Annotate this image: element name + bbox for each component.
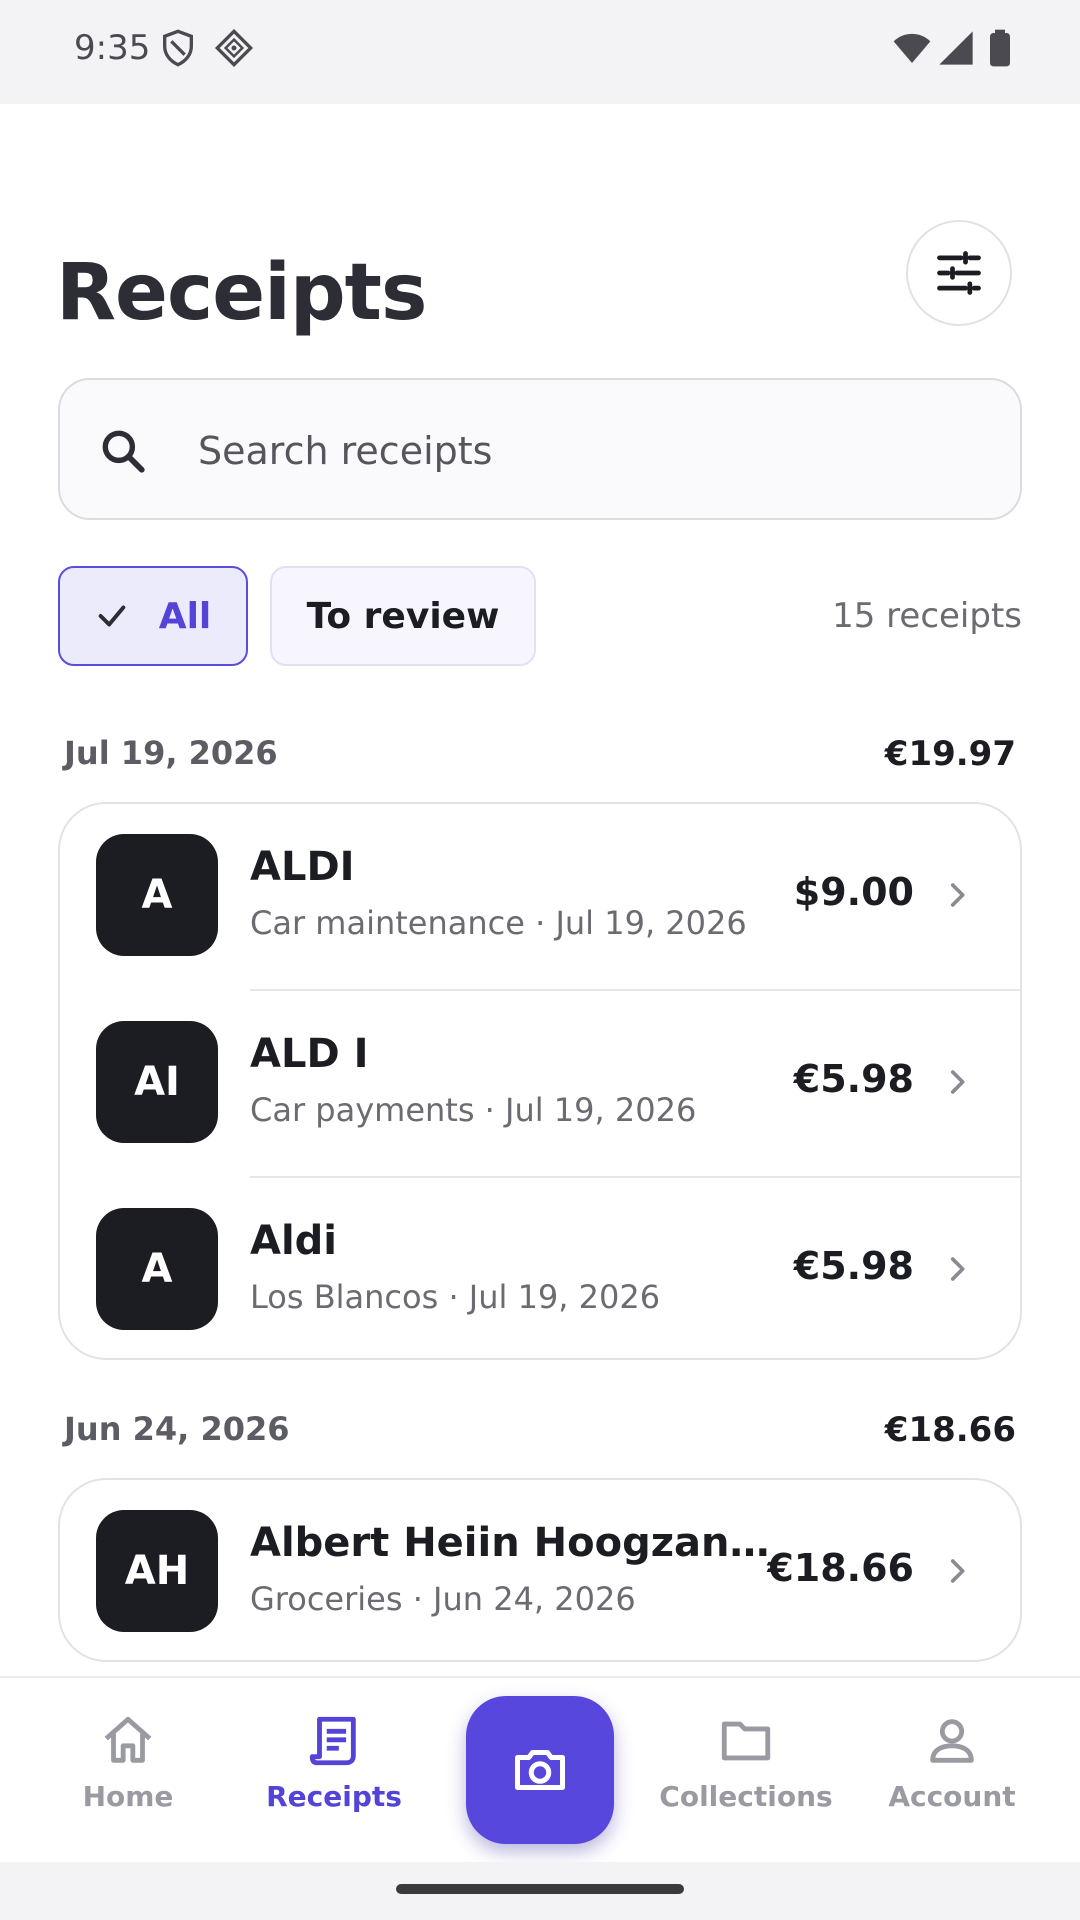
search-input[interactable] [198,424,978,478]
status-bar: 9:35 [0,0,1080,104]
chevron-right-icon [950,1070,965,1094]
receipt-row[interactable]: AI ALD I Car payments · Jul 19, 2026 €5.… [60,991,1020,1178]
merchant-name: ALD I [250,1031,369,1077]
receipt-amount: €5.98 [793,1057,914,1101]
group-date: Jun 24, 2026 [64,1410,290,1448]
search-box[interactable] [58,378,1022,520]
receipt-group-card: AH Albert Heiin Hoogzand… Groceries · Ju… [58,1478,1022,1662]
gesture-area [0,1862,1080,1920]
chevron-right-icon [950,883,965,907]
nav-collections[interactable]: Collections [646,1712,846,1813]
bottom-nav: Home Receipts Collections Account [0,1676,1080,1862]
person-icon [930,1719,974,1763]
group-date: Jul 19, 2026 [64,734,278,772]
vpn-diamond-icon [214,28,254,68]
receipt-meta: Groceries · Jun 24, 2026 [250,1580,636,1618]
receipt-amount: €5.98 [793,1244,914,1288]
page-title: Receipts [56,248,427,338]
chip-all[interactable]: All [58,566,248,666]
group-total: €19.97 [884,734,1016,774]
tune-sliders-icon [937,251,981,295]
signal-icon [939,31,973,65]
receipt-amount: $9.00 [793,870,914,914]
receipt-row[interactable]: AH Albert Heiin Hoogzand… Groceries · Ju… [60,1480,1020,1660]
receipt-count: 15 receipts [832,596,1022,636]
nav-label: Home [82,1780,174,1813]
nav-home[interactable]: Home [28,1712,228,1813]
battery-icon [990,29,1010,67]
receipt-row[interactable]: A Aldi Los Blancos · Jul 19, 2026 €5.98 [60,1178,1020,1358]
nav-label: Account [888,1780,1016,1813]
chip-all-label: All [158,595,212,637]
receipt-meta: Car payments · Jul 19, 2026 [250,1091,697,1129]
filter-button[interactable] [906,220,1012,326]
wifi-icon [893,33,931,63]
camera-icon [515,1750,565,1790]
home-icon [104,1716,152,1763]
merchant-avatar: AI [96,1021,218,1143]
status-time: 9:35 [74,28,151,68]
merchant-avatar: AH [96,1510,218,1632]
shield-icon [163,29,193,67]
chip-to-review[interactable]: To review [270,566,536,666]
merchant-name: ALDI [250,844,355,890]
chevron-right-icon [950,1559,965,1583]
receipt-group-card: A ALDI Car maintenance · Jul 19, 2026 $9… [58,802,1022,1360]
merchant-avatar: A [96,834,218,956]
chip-to-review-label: To review [306,595,500,637]
date-group-header: Jun 24, 2026 €18.66 [64,1410,1016,1454]
home-gesture-bar[interactable] [396,1884,684,1894]
nav-receipts[interactable]: Receipts [234,1712,434,1813]
check-icon [98,605,126,627]
receipt-meta: Car maintenance · Jul 19, 2026 [250,904,747,942]
camera-fab-button[interactable] [466,1696,614,1844]
search-icon [102,430,145,473]
receipt-amount: €18.66 [767,1546,914,1590]
merchant-name: Aldi [250,1218,338,1264]
merchant-name: Albert Heiin Hoogzand… [250,1520,770,1566]
nav-account[interactable]: Account [852,1712,1052,1813]
chevron-right-icon [950,1257,965,1281]
receipt-meta: Los Blancos · Jul 19, 2026 [250,1278,661,1316]
group-total: €18.66 [884,1410,1016,1450]
nav-label: Receipts [266,1780,402,1813]
nav-label: Collections [659,1780,833,1813]
folder-icon [721,1721,771,1761]
receipt-row[interactable]: A ALDI Car maintenance · Jul 19, 2026 $9… [60,804,1020,991]
receipt-icon [309,1716,356,1766]
merchant-avatar: A [96,1208,218,1330]
date-group-header: Jul 19, 2026 €19.97 [64,734,1016,778]
